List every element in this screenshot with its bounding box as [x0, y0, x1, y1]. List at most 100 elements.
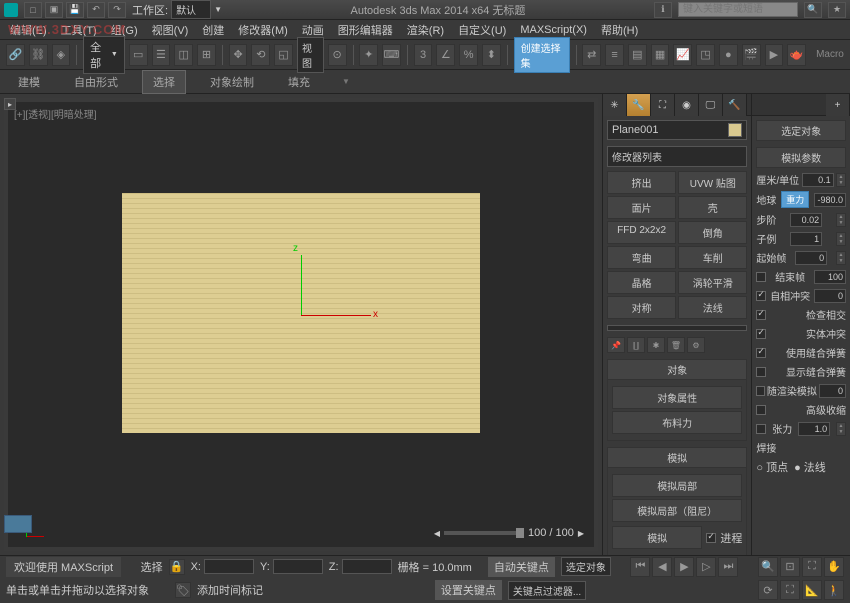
viewport-preview-thumb[interactable] — [4, 515, 32, 533]
mod-btn-ffd[interactable]: FFD 2x2x2 — [607, 221, 676, 244]
qat-undo-icon[interactable]: ↶ — [87, 2, 105, 18]
unlink-icon[interactable]: ⛓ — [29, 44, 48, 66]
pivot-icon[interactable]: ⊙ — [328, 44, 347, 66]
menu-rendering[interactable]: 渲染(R) — [401, 20, 450, 40]
link-icon[interactable]: 🔗 — [6, 44, 25, 66]
sim-local-damped-button[interactable]: 模拟局部（阻尼） — [612, 499, 742, 522]
goto-start-icon[interactable]: ⏮ — [630, 557, 650, 577]
object-props-button[interactable]: 对象属性 — [612, 386, 742, 409]
named-selection-dropdown[interactable]: 创建选择集 — [514, 37, 570, 73]
progress-check[interactable] — [706, 533, 716, 543]
maximize-vp-icon[interactable]: ⛶ — [780, 580, 800, 600]
sim-local-button[interactable]: 模拟局部 — [612, 474, 742, 497]
select-icon[interactable]: ▭ — [129, 44, 148, 66]
scale-icon[interactable]: ◱ — [274, 44, 293, 66]
menu-customize[interactable]: 自定义(U) — [452, 20, 512, 40]
time-tag-icon[interactable]: 🏷 — [175, 582, 191, 598]
setkey-button[interactable]: 设置关键点 — [435, 580, 502, 600]
tab-selection[interactable]: 选择 — [142, 70, 186, 94]
refcoord-dropdown[interactable]: 视图 — [297, 37, 324, 73]
check-intersect[interactable] — [756, 310, 766, 320]
qat-open-icon[interactable]: ▣ — [45, 2, 63, 18]
radio-vertex[interactable]: ○ 顶点 — [756, 459, 788, 475]
gizmo-y-axis[interactable] — [301, 255, 302, 315]
z-input[interactable] — [342, 559, 392, 574]
cloth-force-button[interactable]: 布料力 — [612, 411, 742, 434]
configure-icon[interactable]: ⚙ — [687, 337, 705, 353]
orbit-icon[interactable]: ⟳ — [758, 580, 778, 600]
ribbon-expand-icon[interactable]: ▼ — [342, 77, 350, 86]
rollout-object-header[interactable]: 对象 — [607, 359, 747, 380]
workspace-dropdown[interactable]: 默认 — [171, 0, 211, 19]
mod-btn-lathe[interactable]: 车削 — [678, 246, 747, 269]
gravity-button[interactable]: 重力 — [781, 191, 809, 208]
render-frame-icon[interactable]: ▶ — [765, 44, 784, 66]
display-tab-icon[interactable]: 🖵 — [699, 94, 723, 116]
motion-tab-icon[interactable]: ◉ — [675, 94, 699, 116]
remove-mod-icon[interactable]: 🗑 — [667, 337, 685, 353]
prev-frame-icon[interactable]: ◀ — [652, 557, 672, 577]
unique-icon[interactable]: ✱ — [647, 337, 665, 353]
rollout-sim-header[interactable]: 模拟 — [607, 447, 747, 468]
curve-editor-icon[interactable]: 📈 — [673, 44, 692, 66]
x-input[interactable] — [204, 559, 254, 574]
modifier-list-dropdown[interactable]: 修改器列表 — [607, 146, 747, 167]
app-icon[interactable] — [4, 3, 18, 17]
qat-redo-icon[interactable]: ↷ — [108, 2, 126, 18]
addtime-label[interactable]: 添加时间标记 — [197, 582, 263, 598]
y-input[interactable] — [273, 559, 323, 574]
hierarchy-tab-icon[interactable]: ⛶ — [651, 94, 675, 116]
viewport-slider[interactable]: ◀ 100 / 100 ▶ — [434, 527, 584, 539]
pin-stack-icon[interactable]: 📌 — [607, 337, 625, 353]
infocenter-icon[interactable]: ℹ — [654, 2, 672, 18]
show-end-icon[interactable]: ∐ — [627, 337, 645, 353]
schematic-icon[interactable]: ◳ — [696, 44, 715, 66]
menu-maxscript[interactable]: MAXScript(X) — [514, 22, 593, 38]
check-solidcoll[interactable] — [756, 329, 766, 339]
viewport-label[interactable]: [+][透视][明暗处理] — [14, 106, 97, 121]
layers-icon[interactable]: ▤ — [628, 44, 647, 66]
utilities-tab-icon[interactable]: 🔨 — [723, 94, 747, 116]
stack-item-cloth[interactable]: ☉ Cloth — [612, 328, 742, 331]
align-icon[interactable]: ≡ — [605, 44, 624, 66]
mod-btn-uvwmap[interactable]: UVW 贴图 — [678, 171, 747, 194]
select-region-icon[interactable]: ◫ — [174, 44, 193, 66]
snap-icon[interactable]: 3 — [414, 44, 433, 66]
modify-tab-icon[interactable]: 🔧 — [627, 94, 651, 116]
selection-filter-dropdown[interactable]: 全部 ▼ — [83, 36, 125, 74]
percent-snap-icon[interactable]: % — [459, 44, 478, 66]
rotate-icon[interactable]: ⟲ — [251, 44, 270, 66]
check-tension[interactable] — [756, 424, 766, 434]
select-name-icon[interactable]: ☰ — [152, 44, 171, 66]
modifier-stack[interactable]: ☉ Cloth 组 面板 接缝 面 Plane — [607, 325, 747, 331]
goto-end-icon[interactable]: ⏭ — [718, 557, 738, 577]
spinner-icon[interactable]: ▲▼ — [836, 173, 846, 187]
menu-help[interactable]: 帮助(H) — [595, 20, 644, 40]
mod-btn-symmetry[interactable]: 对称 — [607, 296, 676, 319]
play-icon[interactable]: ▶ — [674, 557, 694, 577]
spinner-snap-icon[interactable]: ⬍ — [482, 44, 501, 66]
key-target-dropdown[interactable]: 选定对象 — [561, 557, 611, 576]
zoom-extents-icon[interactable]: ⛶ — [802, 557, 822, 577]
autokey-button[interactable]: 自动关键点 — [488, 557, 555, 577]
favorite-icon[interactable]: ★ — [828, 2, 846, 18]
render-icon[interactable]: 🫖 — [787, 44, 806, 66]
mod-btn-bend[interactable]: 弯曲 — [607, 246, 676, 269]
menu-grapheditors[interactable]: 图形编辑器 — [332, 20, 399, 40]
expand-toolbar-icon[interactable]: ▸ — [4, 98, 16, 110]
viewport[interactable]: [+][透视][明暗处理] x z ◀ 100 / 100 ▶ — [4, 98, 598, 551]
bind-icon[interactable]: ◈ — [52, 44, 71, 66]
mod-btn-chamfer[interactable]: 倒角 — [678, 221, 747, 244]
menu-modifiers[interactable]: 修改器(M) — [232, 20, 294, 40]
tab-populate[interactable]: 填充 — [278, 71, 320, 93]
mirror-icon[interactable]: ⇄ — [582, 44, 601, 66]
param-plus-icon[interactable]: + — [826, 94, 850, 116]
move-icon[interactable]: ✥ — [229, 44, 248, 66]
mod-btn-lattice[interactable]: 晶格 — [607, 271, 676, 294]
check-showsew[interactable] — [756, 367, 766, 377]
radio-normal[interactable]: ● 法线 — [794, 459, 826, 475]
check-selfcoll[interactable] — [756, 291, 766, 301]
mod-btn-patch[interactable]: 面片 — [607, 196, 676, 219]
zoom-all-icon[interactable]: ⊡ — [780, 557, 800, 577]
render-setup-icon[interactable]: 🎬 — [742, 44, 761, 66]
